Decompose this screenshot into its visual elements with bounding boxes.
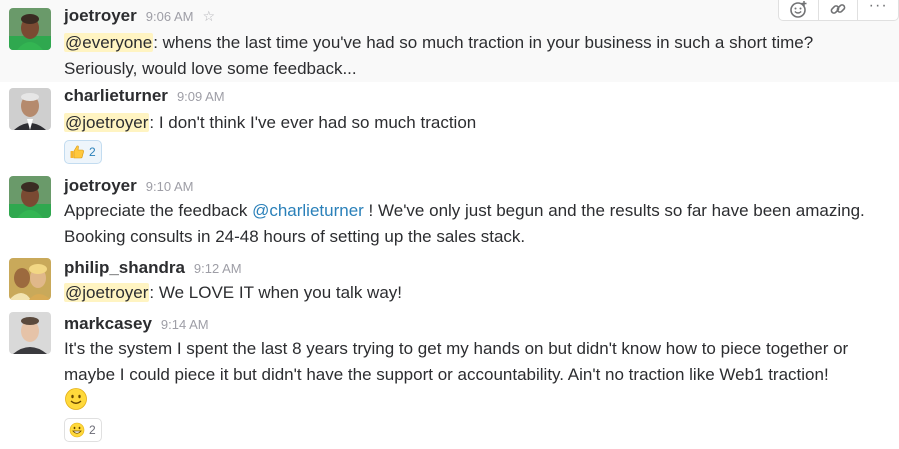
username[interactable]: charlieturner: [64, 86, 168, 106]
message-text: Appreciate the feedback: [64, 201, 253, 220]
message-header: philip_shandra 9:12 AM: [64, 258, 242, 278]
message-header: joetroyer 9:10 AM: [64, 176, 193, 196]
message-text: Seriously, would love some feedback...: [64, 59, 357, 78]
message-text: : I don't think I've ever had so much tr…: [149, 113, 477, 132]
copy-link-icon[interactable]: [819, 0, 859, 20]
timestamp[interactable]: 9:06 AM: [146, 9, 194, 24]
message-row[interactable]: joetroyer 9:10 AM Appreciate the feedbac…: [0, 172, 899, 254]
avatar[interactable]: [9, 8, 51, 50]
message-header: markcasey 9:14 AM: [64, 314, 209, 334]
mention-link[interactable]: @charlieturner: [252, 201, 364, 220]
timestamp[interactable]: 9:14 AM: [161, 317, 209, 332]
message-row[interactable]: philip_shandra 9:12 AM @joetroyer: We LO…: [0, 256, 899, 312]
timestamp[interactable]: 9:12 AM: [194, 261, 242, 276]
avatar[interactable]: [9, 88, 51, 130]
message-text: ! We've only just begun and the results …: [363, 201, 865, 220]
message-feed: joetroyer 9:06 AM ☆ @everyone: whens the…: [0, 0, 899, 449]
message-header: joetroyer 9:06 AM ☆: [64, 6, 215, 26]
message-text: Booking consults in 24-48 hours of setti…: [64, 227, 526, 246]
grinning-emoji-icon: [69, 422, 85, 438]
reaction-button[interactable]: 2: [64, 418, 102, 442]
message-body: Appreciate the feedback @charlieturner !…: [64, 198, 889, 250]
message-actions: ···: [778, 0, 899, 21]
add-reaction-icon[interactable]: [779, 0, 819, 20]
avatar[interactable]: [9, 258, 51, 300]
avatar[interactable]: [9, 312, 51, 354]
reaction-count: 2: [89, 423, 96, 437]
message-text: maybe I could piece it but didn't have t…: [64, 365, 829, 384]
avatar[interactable]: [9, 176, 51, 218]
timestamp[interactable]: 9:10 AM: [146, 179, 194, 194]
reaction-count: 2: [89, 145, 96, 159]
message-body: @joetroyer: We LOVE IT when you talk way…: [64, 280, 889, 306]
username[interactable]: joetroyer: [64, 176, 137, 196]
message-row[interactable]: joetroyer 9:06 AM ☆ @everyone: whens the…: [0, 0, 899, 82]
message-row[interactable]: markcasey 9:14 AM It's the system I spen…: [0, 310, 899, 449]
star-icon[interactable]: ☆: [202, 8, 215, 25]
message-row[interactable]: charlieturner 9:09 AM @joetroyer: I don'…: [0, 86, 899, 168]
timestamp[interactable]: 9:09 AM: [177, 89, 225, 104]
message-text: It's the system I spent the last 8 years…: [64, 339, 849, 358]
message-text: : We LOVE IT when you talk way!: [149, 283, 402, 302]
reaction-button[interactable]: 2: [64, 140, 102, 164]
message-text: : whens the last time you've had so much…: [153, 33, 814, 52]
mention-user[interactable]: @joetroyer: [64, 113, 150, 132]
more-actions-icon[interactable]: ···: [858, 0, 898, 20]
username[interactable]: joetroyer: [64, 6, 137, 26]
message-body: @joetroyer: I don't think I've ever had …: [64, 110, 889, 136]
message-header: charlieturner 9:09 AM: [64, 86, 225, 106]
message-body: @everyone: whens the last time you've ha…: [64, 30, 889, 82]
mention-everyone[interactable]: @everyone: [64, 33, 154, 52]
thumbs-up-icon: [70, 145, 84, 159]
smile-emoji-icon: [64, 387, 88, 411]
message-body: It's the system I spent the last 8 years…: [64, 336, 889, 388]
username[interactable]: markcasey: [64, 314, 152, 334]
username[interactable]: philip_shandra: [64, 258, 185, 278]
mention-user[interactable]: @joetroyer: [64, 283, 150, 302]
